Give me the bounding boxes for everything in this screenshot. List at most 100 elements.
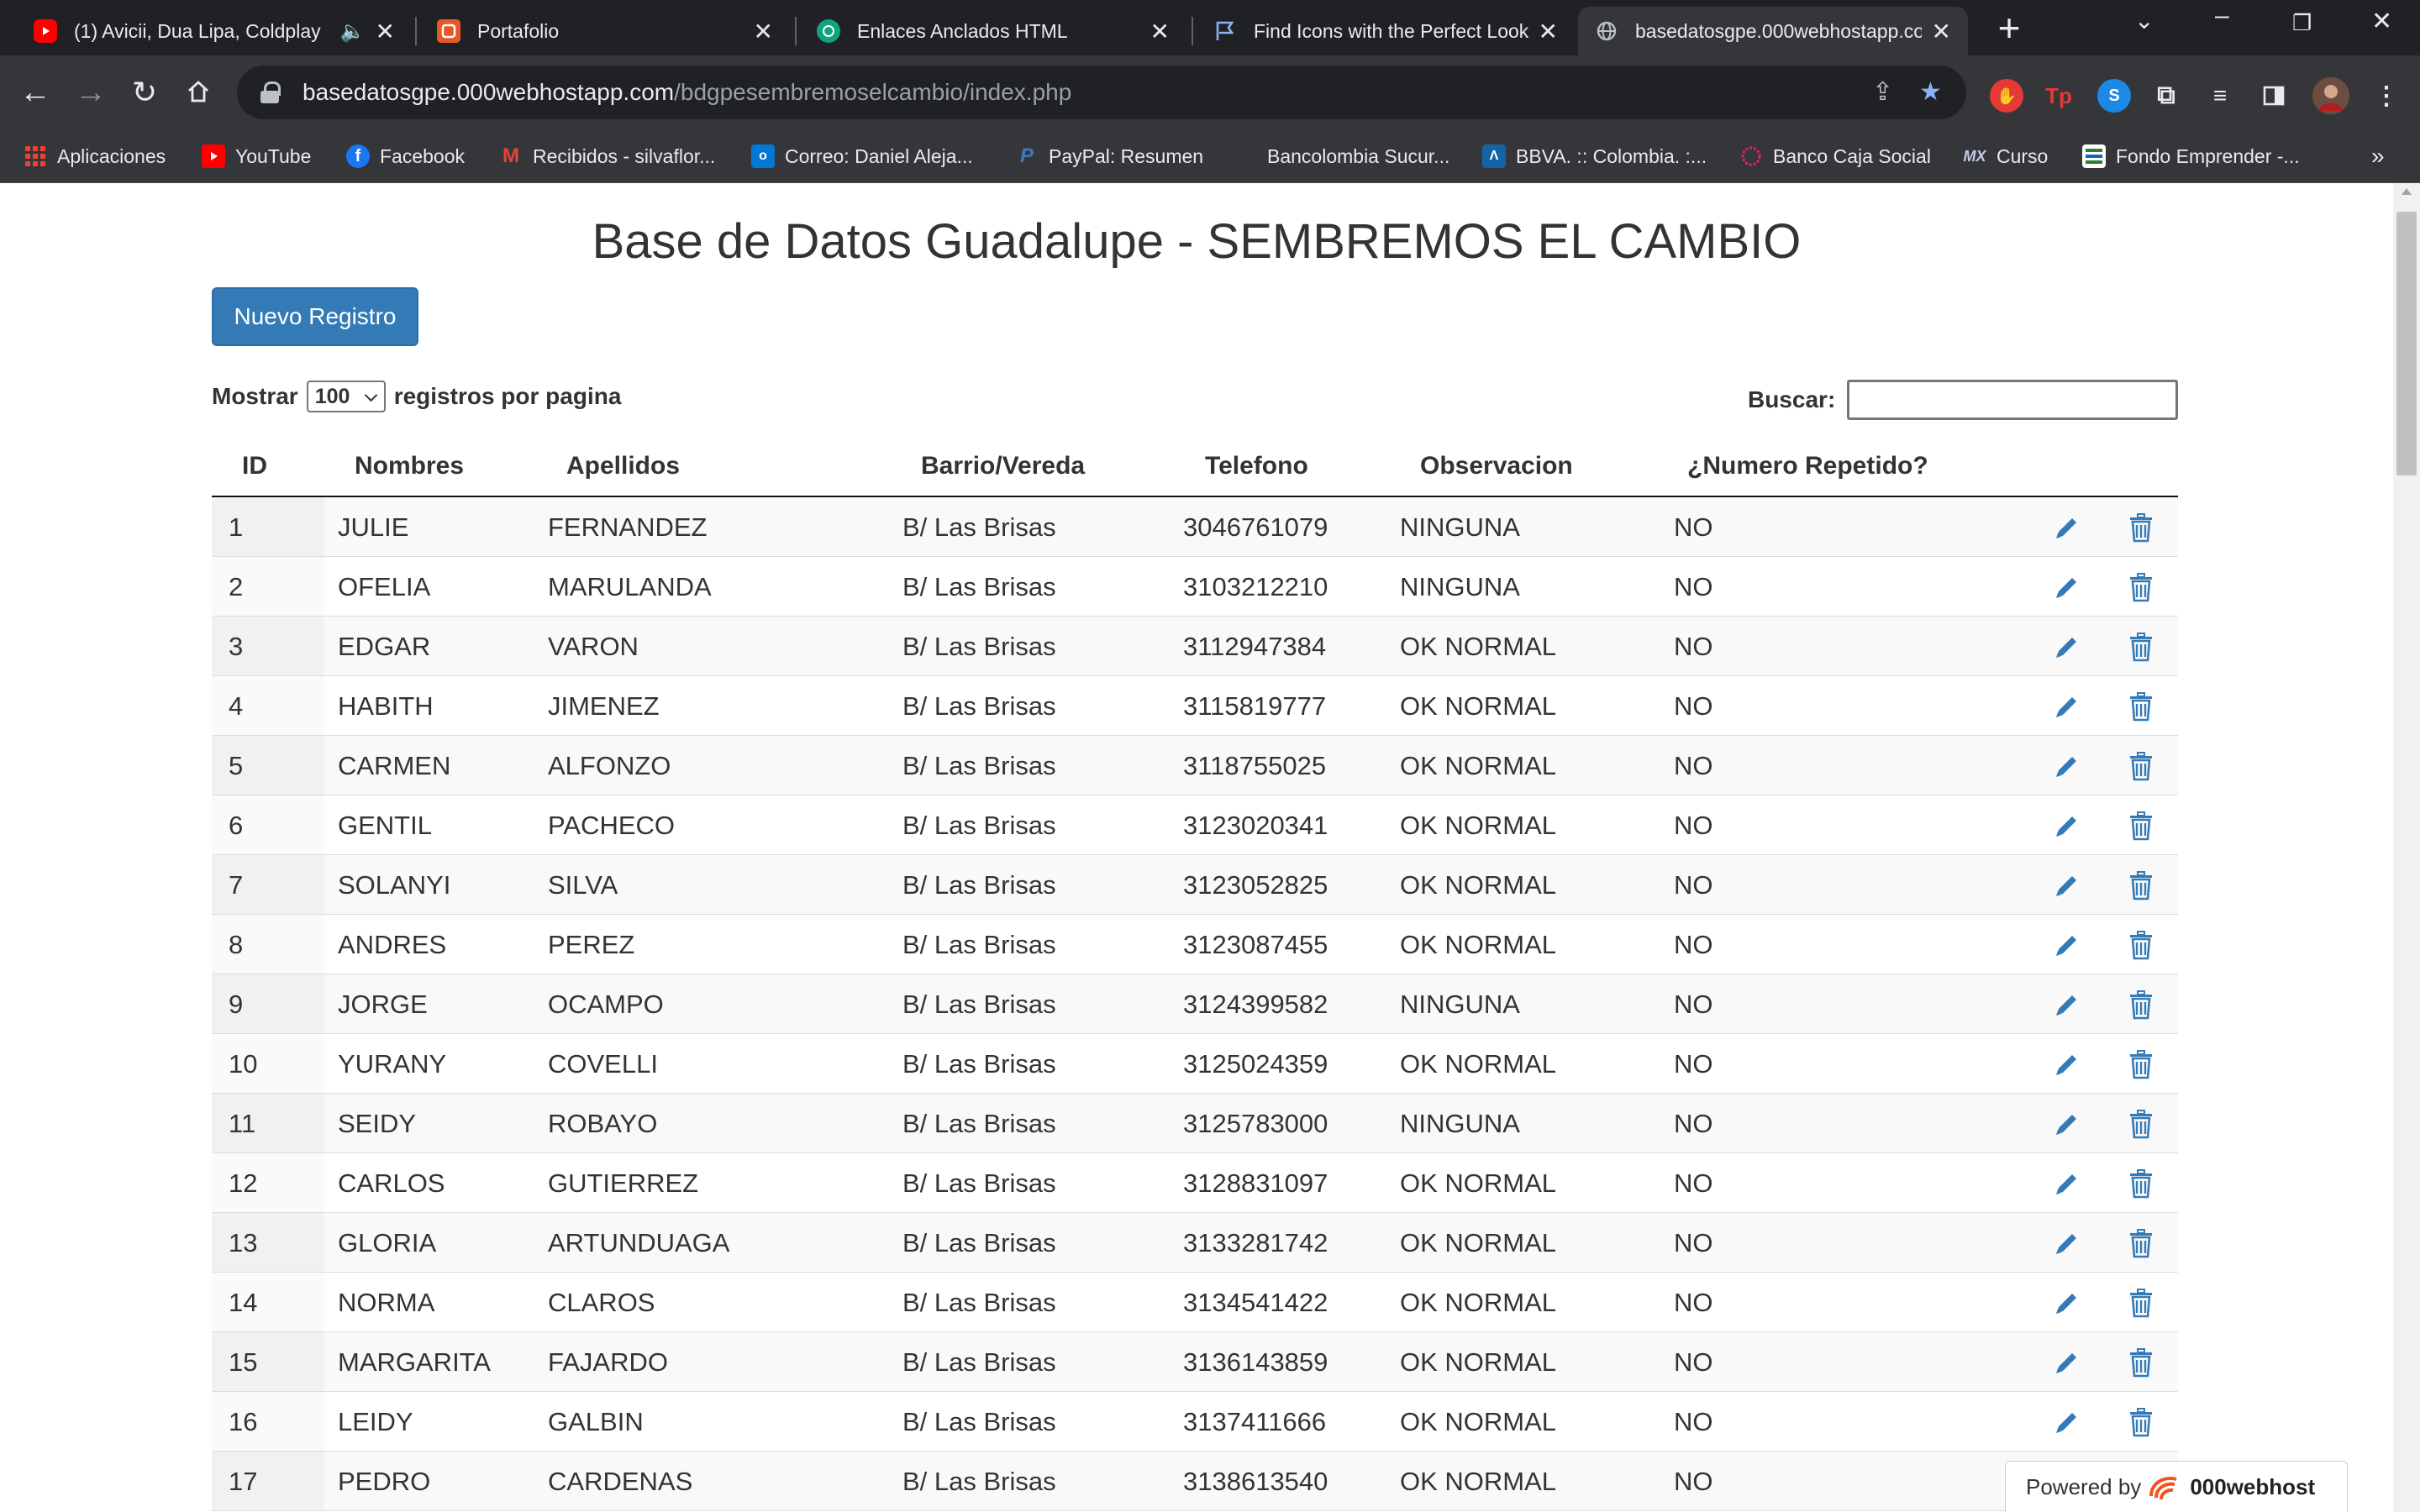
cell-nombres: MARGARITA	[338, 1347, 491, 1377]
column-header-telefono[interactable]: Telefono	[1205, 452, 1308, 480]
share-icon[interactable]: ⇪	[1872, 77, 1893, 107]
back-icon[interactable]: ←	[13, 71, 57, 114]
webhost-badge[interactable]: Powered by 000webhost	[2005, 1461, 2348, 1512]
bookmark-bbva[interactable]: Λ BBVA. :: Colombia. :...	[1482, 139, 1707, 173]
edit-pencil-icon[interactable]	[2052, 990, 2082, 1020]
delete-trash-icon[interactable]	[2126, 1168, 2156, 1199]
lock-icon[interactable]	[260, 81, 281, 103]
edit-pencil-icon[interactable]	[2052, 1288, 2082, 1318]
more-bookmarks-icon[interactable]: »	[2371, 139, 2385, 173]
bookmark-bancolombia[interactable]: Bancolombia Sucur...	[1234, 139, 1449, 173]
delete-trash-icon[interactable]	[2126, 572, 2156, 602]
media-control-icon[interactable]: ≡	[2203, 79, 2237, 113]
bookmark-facebook[interactable]: f Facebook	[346, 139, 465, 173]
home-icon[interactable]	[176, 71, 220, 114]
restore-icon[interactable]: ❐	[2292, 10, 2312, 36]
scrollbar-thumb[interactable]	[2396, 212, 2417, 475]
tab-enlaces[interactable]: Enlaces Anclados HTML ✕	[800, 7, 1186, 55]
edit-pencil-icon[interactable]	[2052, 751, 2082, 781]
edit-pencil-icon[interactable]	[2052, 930, 2082, 960]
bookmark-caja-social[interactable]: Banco Caja Social	[1739, 139, 1931, 173]
profile-avatar-icon[interactable]	[2312, 77, 2349, 114]
bookmark-paypal[interactable]: P PayPal: Resumen	[1015, 139, 1203, 173]
shazam-extension-icon[interactable]: S	[2097, 79, 2131, 113]
close-tab-icon[interactable]: ✕	[1539, 18, 1558, 45]
delete-trash-icon[interactable]	[2126, 1228, 2156, 1258]
delete-trash-icon[interactable]	[2126, 811, 2156, 841]
cell-id: 9	[229, 990, 244, 1019]
close-tab-icon[interactable]: ✕	[754, 18, 773, 45]
bookmark-gmail[interactable]: M Recibidos - silvaflor...	[499, 139, 715, 173]
bookmark-outlook[interactable]: o Correo: Daniel Aleja...	[751, 139, 973, 173]
bookmark-star-icon[interactable]: ★	[1919, 77, 1942, 107]
cell-observacion: OK NORMAL	[1400, 1347, 1557, 1377]
delete-trash-icon[interactable]	[2126, 1288, 2156, 1318]
tab-youtube[interactable]: (1) Avicii, Dua Lipa, Coldplay 🔈 ✕	[17, 7, 412, 55]
column-header-repetido[interactable]: ¿Numero Repetido?	[1687, 452, 1928, 480]
close-window-icon[interactable]: ✕	[2371, 7, 2392, 36]
bookmark-youtube[interactable]: YouTube	[202, 139, 311, 173]
forward-icon[interactable]: →	[69, 71, 113, 114]
edit-pencil-icon[interactable]	[2052, 1168, 2082, 1199]
adblock-extension-icon[interactable]: ✋	[1990, 79, 2023, 113]
edit-pencil-icon[interactable]	[2052, 1049, 2082, 1079]
tab-search-icon[interactable]: ⌄	[2134, 7, 2154, 34]
delete-trash-icon[interactable]	[2126, 990, 2156, 1020]
edit-pencil-icon[interactable]	[2052, 512, 2082, 543]
close-tab-icon[interactable]: ✕	[1932, 18, 1951, 45]
column-header-nombres[interactable]: Nombres	[355, 452, 464, 480]
minimize-icon[interactable]: –	[2215, 2, 2229, 30]
delete-trash-icon[interactable]	[2126, 1109, 2156, 1139]
column-header-observacion[interactable]: Observacion	[1420, 452, 1573, 480]
edit-pencil-icon[interactable]	[2052, 1109, 2082, 1139]
edit-pencil-icon[interactable]	[2052, 691, 2082, 722]
close-tab-icon[interactable]: ✕	[1150, 18, 1170, 45]
bookmark-aplicaciones[interactable]: Aplicaciones	[24, 139, 166, 173]
speaker-icon[interactable]: 🔈	[340, 19, 366, 44]
delete-trash-icon[interactable]	[2126, 632, 2156, 662]
column-header-barrio[interactable]: Barrio/Vereda	[921, 452, 1085, 480]
page-viewport: Base de Datos Guadalupe - SEMBREMOS EL C…	[0, 183, 2393, 1512]
edit-pencil-icon[interactable]	[2052, 632, 2082, 662]
edit-pencil-icon[interactable]	[2052, 1407, 2082, 1437]
page-scrollbar[interactable]	[2393, 183, 2420, 1512]
tab-basedatos[interactable]: basedatosgpe.000webhostapp.com ✕	[1578, 7, 1968, 55]
cell-repetido: NO	[1674, 930, 1713, 959]
edit-pencil-icon[interactable]	[2052, 870, 2082, 900]
delete-trash-icon[interactable]	[2126, 512, 2156, 543]
delete-trash-icon[interactable]	[2126, 1407, 2156, 1437]
bookmark-curso[interactable]: MX Curso	[1963, 139, 2049, 173]
extensions-puzzle-icon[interactable]: ⧉	[2149, 79, 2183, 113]
delete-trash-icon[interactable]	[2126, 930, 2156, 960]
edit-pencil-icon[interactable]	[2052, 1347, 2082, 1378]
reload-icon[interactable]: ↻	[123, 71, 166, 114]
column-header-id[interactable]: ID	[242, 452, 267, 480]
search-input[interactable]	[1847, 380, 2178, 420]
edit-pencil-icon[interactable]	[2052, 811, 2082, 841]
delete-trash-icon[interactable]	[2126, 751, 2156, 781]
chrome-menu-icon[interactable]: ⋮	[2370, 79, 2403, 113]
cell-nombres: EDGAR	[338, 632, 431, 661]
address-bar[interactable]: basedatosgpe.000webhostapp.com /bdgpesem…	[237, 66, 1966, 119]
tab-portafolio[interactable]: Portafolio ✕	[420, 7, 790, 55]
chevron-down-icon	[364, 388, 377, 402]
new-record-button[interactable]: Nuevo Registro	[212, 287, 418, 346]
edit-pencil-icon[interactable]	[2052, 1228, 2082, 1258]
delete-trash-icon[interactable]	[2126, 1049, 2156, 1079]
globe-icon	[1595, 19, 1618, 43]
close-tab-icon[interactable]: ✕	[376, 18, 395, 45]
column-header-apellidos[interactable]: Apellidos	[566, 452, 680, 480]
delete-trash-icon[interactable]	[2126, 870, 2156, 900]
side-panel-icon[interactable]	[2257, 79, 2291, 113]
chatgpt-icon	[817, 19, 840, 43]
tab-find-icons[interactable]: Find Icons with the Perfect Look ✕	[1197, 7, 1575, 55]
page-length-select[interactable]: 100	[306, 381, 386, 412]
bookmark-fondo-emprender[interactable]: Fondo Emprender -...	[2082, 139, 2300, 173]
edit-pencil-icon[interactable]	[2052, 572, 2082, 602]
scroll-up-icon[interactable]	[2402, 188, 2412, 195]
new-tab-button[interactable]: +	[1988, 8, 2030, 50]
delete-trash-icon[interactable]	[2126, 691, 2156, 722]
tp-extension-icon[interactable]: Tp	[2042, 79, 2075, 113]
delete-trash-icon[interactable]	[2126, 1347, 2156, 1378]
table-row: 16 LEIDY GALBIN B/ Las Brisas 3137411666 OK N…	[212, 1392, 2178, 1452]
